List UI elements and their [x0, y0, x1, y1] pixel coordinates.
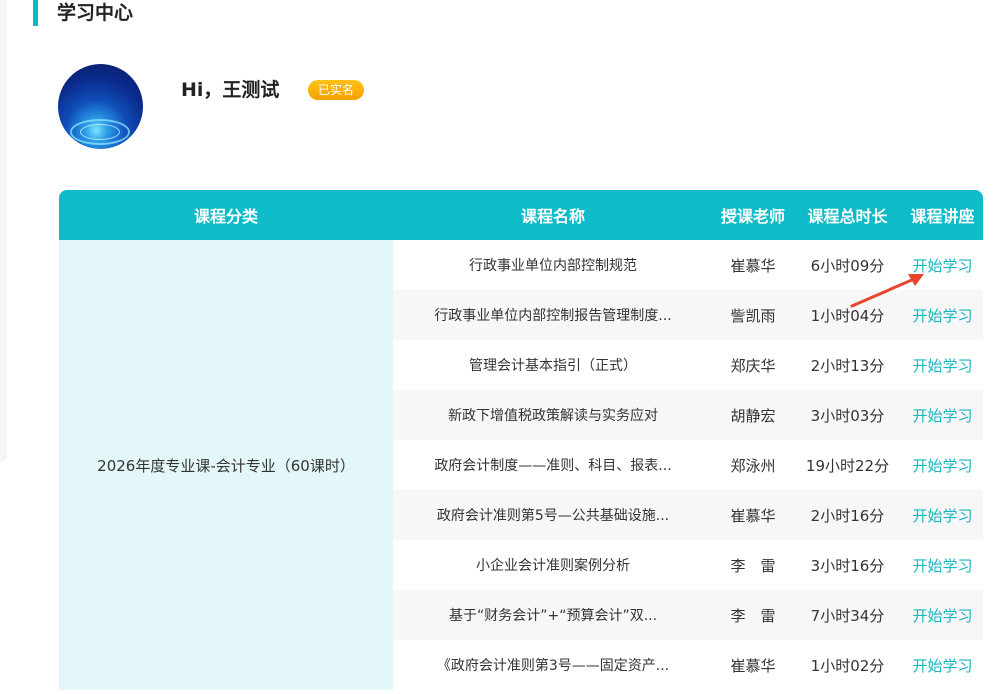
table-header-row: 课程分类 课程名称 授课老师 课程总时长 课程讲座 [59, 190, 983, 240]
column-header-teacher: 授课老师 [713, 190, 793, 240]
avatar [58, 64, 143, 149]
course-teacher: 李 雷 [713, 540, 793, 590]
course-teacher: 崔慕华 [713, 490, 793, 540]
column-header-category: 课程分类 [59, 190, 393, 240]
start-learning-link[interactable]: 开始学习 [902, 390, 983, 440]
course-duration: 19小时22分 [793, 440, 902, 490]
course-name: 政府会计制度——准则、科目、报表... [393, 440, 713, 490]
course-name: 新政下增值税政策解读与实务应对 [393, 390, 713, 440]
course-duration: 7小时34分 [793, 590, 902, 640]
start-learning-link[interactable]: 开始学习 [902, 340, 983, 390]
column-header-course-name: 课程名称 [393, 190, 713, 240]
start-learning-link[interactable]: 开始学习 [902, 490, 983, 540]
column-header-lecture: 课程讲座 [902, 190, 983, 240]
course-table: 课程分类 课程名称 授课老师 课程总时长 课程讲座 2026年度专业课-会计专业… [59, 190, 983, 690]
course-name: 基于“财务会计”+“预算会计”双... [393, 590, 713, 640]
start-learning-link[interactable]: 开始学习 [902, 640, 983, 690]
course-name: 小企业会计准则案例分析 [393, 540, 713, 590]
course-teacher: 崔慕华 [713, 640, 793, 690]
course-duration: 3小时03分 [793, 390, 902, 440]
course-teacher: 郑庆华 [713, 340, 793, 390]
course-name: 行政事业单位内部控制规范 [393, 240, 713, 290]
annotation-arrow-icon [850, 274, 924, 308]
user-greeting: Hi，王测试 [181, 79, 280, 101]
course-name: 政府会计准则第5号—公共基础设施... [393, 490, 713, 540]
course-duration: 1小时02分 [793, 640, 902, 690]
course-teacher: 胡静宏 [713, 390, 793, 440]
table-row: 2026年度专业课-会计专业（60课时） 行政事业单位内部控制规范 崔慕华 6小… [59, 240, 983, 690]
page-title: 学习中心 [33, 0, 133, 26]
course-duration: 2小时13分 [793, 340, 902, 390]
course-teacher: 訾凯雨 [713, 290, 793, 340]
course-name: 行政事业单位内部控制报告管理制度... [393, 290, 713, 340]
start-learning-link[interactable]: 开始学习 [902, 590, 983, 640]
course-duration: 2小时16分 [793, 490, 902, 540]
side-panel [0, 0, 7, 462]
course-duration: 3小时16分 [793, 540, 902, 590]
course-teacher: 崔慕华 [713, 240, 793, 290]
course-teacher: 郑泳州 [713, 440, 793, 490]
start-learning-link[interactable]: 开始学习 [902, 440, 983, 490]
course-name: 管理会计基本指引（正式） [393, 340, 713, 390]
verified-badge: 已实名 [308, 80, 365, 100]
course-teacher: 李 雷 [713, 590, 793, 640]
course-category-cell: 2026年度专业课-会计专业（60课时） [59, 240, 393, 690]
avatar-ring-inner [80, 124, 120, 140]
course-name: 《政府会计准则第3号——固定资产... [393, 640, 713, 690]
column-header-duration: 课程总时长 [793, 190, 902, 240]
start-learning-link[interactable]: 开始学习 [902, 540, 983, 590]
